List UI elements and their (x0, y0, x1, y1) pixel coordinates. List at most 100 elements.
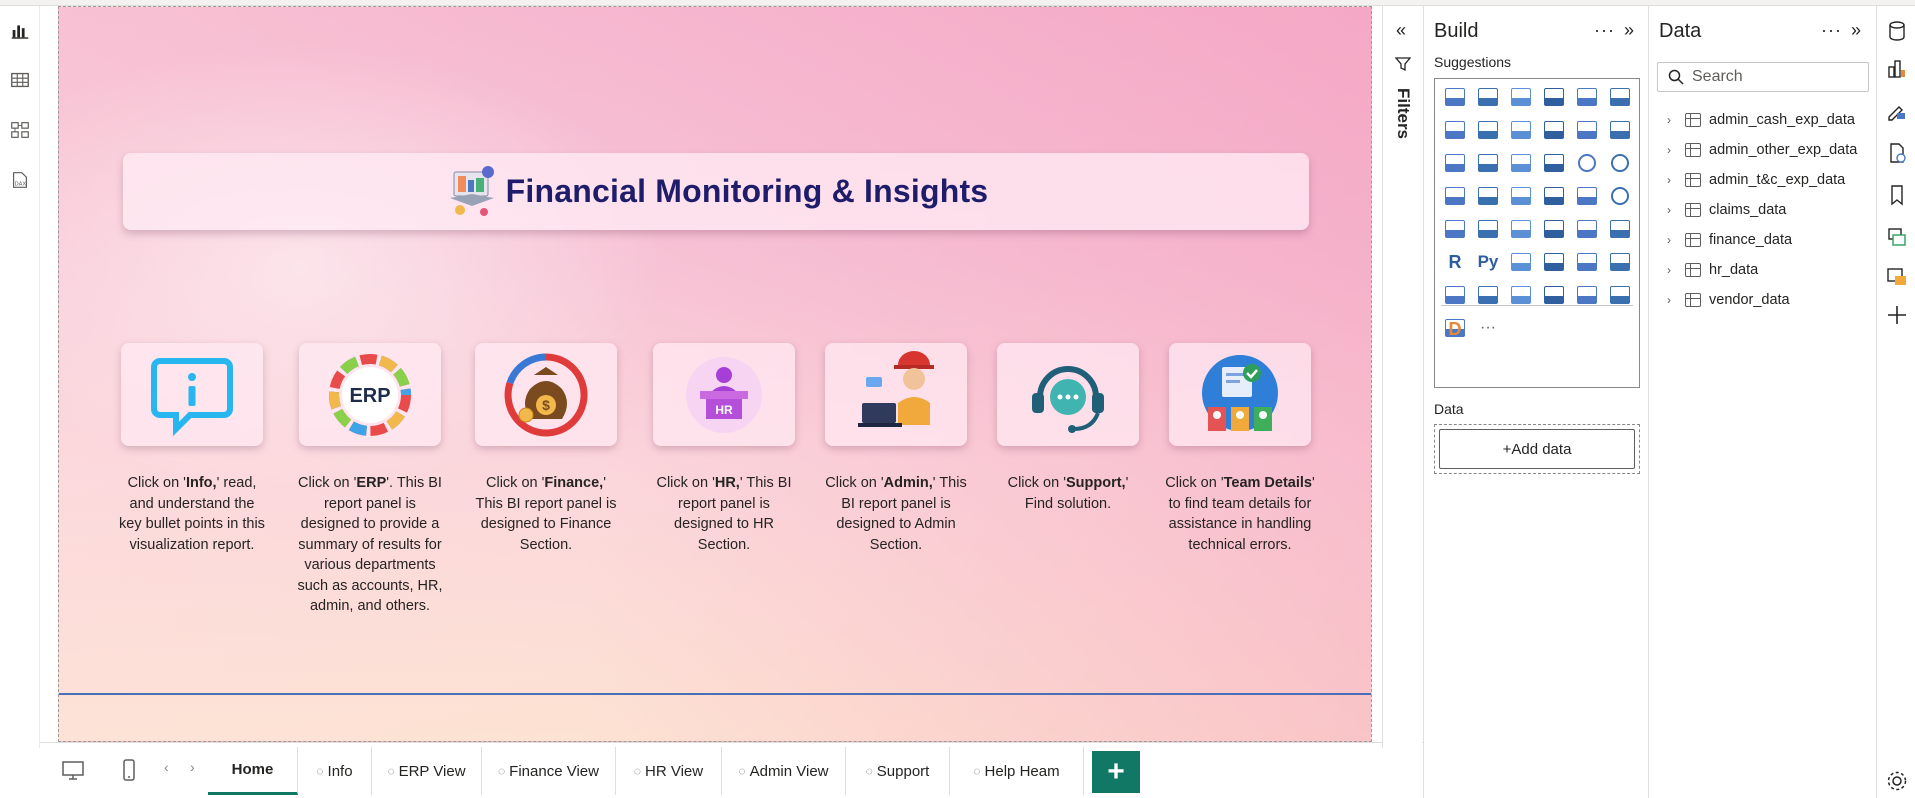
mobile-layout-icon[interactable] (114, 755, 144, 785)
r-visual-icon[interactable]: R (1441, 248, 1469, 276)
stacked-area-chart-icon[interactable] (1507, 116, 1535, 144)
table-item[interactable]: › claims_data (1667, 199, 1786, 221)
support-card-button[interactable] (997, 343, 1139, 446)
key-influencers-icon[interactable] (1507, 248, 1535, 276)
expand-chevron-icon[interactable]: › (1667, 293, 1677, 307)
build-more-options-icon[interactable]: ··· (1594, 20, 1615, 41)
report-view-icon[interactable] (8, 18, 32, 42)
format-pane-icon[interactable] (1884, 98, 1910, 124)
team-details-card-button[interactable] (1169, 343, 1311, 446)
smart-narrative-icon[interactable] (1606, 248, 1634, 276)
info-card-button[interactable] (121, 343, 263, 446)
admin-card-button[interactable] (825, 343, 967, 446)
clustered-column-chart-icon[interactable] (1540, 83, 1568, 111)
tab-help-heam[interactable]: ◌ Help Heam (950, 747, 1084, 795)
add-data-button[interactable]: +Add data (1439, 429, 1635, 469)
filters-pane-collapsed[interactable]: « Filters (1382, 6, 1422, 748)
gauge-icon[interactable] (1606, 182, 1634, 210)
waterfall-chart-icon[interactable] (1573, 116, 1601, 144)
decomposition-tree-icon[interactable] (1540, 248, 1568, 276)
add-page-button[interactable]: + (1092, 751, 1140, 793)
table-icon (1685, 173, 1701, 187)
dax-query-view-icon[interactable]: DAX (8, 168, 32, 192)
treemap-icon[interactable] (1441, 182, 1469, 210)
add-pane-icon[interactable] (1884, 302, 1910, 328)
100pct-bar-chart-icon[interactable] (1573, 83, 1601, 111)
area-chart-icon[interactable] (1474, 116, 1502, 144)
scatter-chart-icon[interactable] (1540, 149, 1568, 177)
python-visual-icon[interactable]: Py (1474, 248, 1502, 276)
collapse-data-icon[interactable]: » (1851, 20, 1861, 41)
report-canvas[interactable]: Financial Monitoring & Insights ERP $ HR… (58, 6, 1372, 742)
table-item[interactable]: › finance_data (1667, 229, 1792, 251)
tab-home[interactable]: Home (208, 747, 298, 795)
tab-scroll-right-icon[interactable]: › (190, 759, 195, 775)
qa-icon[interactable] (1573, 248, 1601, 276)
expand-filters-icon[interactable]: « (1396, 20, 1406, 41)
desktop-layout-icon[interactable] (58, 755, 88, 785)
tab-finance-view[interactable]: ◌ Finance View (482, 747, 616, 795)
filled-map-icon[interactable] (1507, 182, 1535, 210)
multi-row-card-icon[interactable] (1474, 215, 1502, 243)
performance-analyzer-icon[interactable] (1884, 140, 1910, 166)
data-pane-toggle-icon[interactable] (1884, 18, 1910, 44)
sync-slicers-icon[interactable] (1884, 224, 1910, 250)
data-search-input[interactable]: Search (1657, 62, 1869, 92)
funnel-icon[interactable] (1507, 149, 1535, 177)
table-item[interactable]: › vendor_data (1667, 289, 1790, 311)
shape-map-icon[interactable] (1540, 182, 1568, 210)
map-icon[interactable] (1474, 182, 1502, 210)
selection-pane-icon[interactable] (1884, 264, 1910, 290)
tab-hr-view[interactable]: ◌ HR View (616, 747, 722, 795)
azure-map-icon[interactable] (1573, 182, 1601, 210)
finance-card-button[interactable]: $ (475, 343, 617, 446)
bookmarks-icon[interactable] (1884, 182, 1910, 208)
table-item[interactable]: › hr_data (1667, 259, 1758, 281)
table-view-icon[interactable] (8, 68, 32, 92)
hr-card-button[interactable]: HR (653, 343, 795, 446)
data-more-options-icon[interactable]: ··· (1821, 20, 1842, 41)
line-column-chart-icon[interactable] (1606, 116, 1634, 144)
expand-chevron-icon[interactable]: › (1667, 263, 1677, 277)
line-chart-icon[interactable] (1441, 116, 1469, 144)
stacked-column-chart-icon[interactable] (1474, 83, 1502, 111)
stacked-bar-chart-icon[interactable] (1441, 83, 1469, 111)
settings-gear-icon[interactable] (1884, 768, 1910, 794)
tab-admin-view[interactable]: ◌ Admin View (722, 747, 846, 795)
donut-chart-icon[interactable] (1606, 149, 1634, 177)
100pct-column-chart-icon[interactable] (1606, 83, 1634, 111)
funnel-chart-icon[interactable] (1474, 149, 1502, 177)
table-item[interactable]: › admin_cash_exp_data (1667, 109, 1855, 131)
erp-card-button[interactable]: ERP (299, 343, 441, 446)
expand-chevron-icon[interactable]: › (1667, 203, 1677, 217)
slicer-icon[interactable] (1540, 215, 1568, 243)
kpi-icon[interactable] (1507, 215, 1535, 243)
expand-chevron-icon[interactable]: › (1667, 233, 1677, 247)
expand-chevron-icon[interactable]: › (1667, 113, 1677, 127)
card-icon[interactable] (1441, 215, 1469, 243)
ribbon-chart-icon[interactable] (1540, 116, 1568, 144)
finance-description: Click on 'Finance,' This BI report panel… (475, 475, 617, 553)
admin-worker-icon (858, 350, 934, 427)
tab-info[interactable]: ◌ Info (298, 747, 372, 795)
table-item[interactable]: › admin_other_exp_data (1667, 139, 1857, 161)
build-pane-toggle-icon[interactable] (1884, 56, 1910, 82)
tab-support[interactable]: ◌ Support (846, 747, 950, 795)
collapse-build-icon[interactable]: » (1624, 20, 1634, 41)
tab-erp-view[interactable]: ◌ ERP View (372, 747, 482, 795)
tab-scroll-left-icon[interactable]: ‹ (164, 759, 169, 775)
more-visuals-icon[interactable]: ··· (1474, 314, 1502, 342)
model-view-icon[interactable] (8, 118, 32, 142)
clustered-bar-chart-icon[interactable] (1507, 83, 1535, 111)
matrix-icon[interactable] (1606, 215, 1634, 243)
hidden-page-icon: ◌ (738, 764, 746, 778)
visualizations-gallery: R Py ··· D (1434, 78, 1640, 388)
expand-chevron-icon[interactable]: › (1667, 173, 1677, 187)
search-icon (1668, 69, 1684, 85)
expand-chevron-icon[interactable]: › (1667, 143, 1677, 157)
table-item[interactable]: › admin_t&c_exp_data (1667, 169, 1845, 191)
table-icon[interactable] (1573, 215, 1601, 243)
line-clustered-column-icon[interactable] (1441, 149, 1469, 177)
deneb-custom-visual-icon[interactable]: D (1441, 315, 1469, 343)
pie-chart-icon[interactable] (1573, 149, 1601, 177)
